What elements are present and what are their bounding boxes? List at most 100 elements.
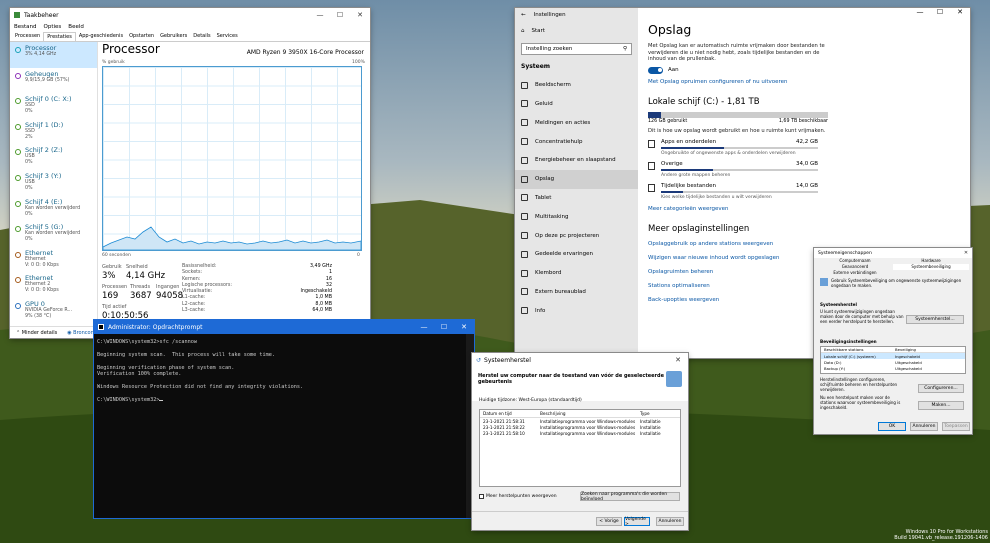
search-input[interactable]: Instelling zoeken ⚲ [521,42,632,55]
resource-processor[interactable]: Processor 3% 4,14 GHz [10,42,97,68]
nav-projecting[interactable]: Op deze pc projecteren [515,226,638,245]
uptime-label: Tijd actief [102,304,127,310]
nav-display[interactable]: Beeldscherm [515,76,638,95]
tab-app-history[interactable]: App-geschiedenis [76,32,126,41]
nav-label: Geluid [535,100,553,107]
table-row[interactable]: 23-1-2021 21:58:10 Installatieprogramma v… [480,430,680,436]
category-bar [661,147,818,149]
resource-disk0[interactable]: Schijf 0 (C: X:) SSD 0% [10,93,97,119]
maximize-button[interactable]: ☐ [930,8,950,16]
table-row[interactable]: Backup (Y:) Uitgeschakeld [821,365,965,371]
nav-remote[interactable]: Extern bureaublad [515,283,638,302]
nav-shared[interactable]: Gedeelde ervaringen [515,245,638,264]
apply-button[interactable]: Toepassen [942,422,970,431]
close-button[interactable]: ✕ [668,356,688,364]
tab-users[interactable]: Gebruikers [157,32,190,41]
more-points-checkbox[interactable]: Meer herstelpunten weergeven [479,494,557,499]
title-bar[interactable]: Systeemeigenschappen ✕ [814,248,972,258]
back-button[interactable]: < Vorige [596,517,622,526]
configure-button[interactable]: Configureren... [918,384,964,393]
nav-multitasking[interactable]: Multitasking [515,207,638,226]
nav-clipboard[interactable]: Klembord [515,264,638,283]
tab-startup[interactable]: Opstarten [126,32,157,41]
resource-usage: 0% [25,185,33,191]
nav-sound[interactable]: Geluid [515,95,638,114]
resource-disk5[interactable]: Schijf 5 (G:) Kan worden verwijderd 0% [10,221,97,247]
nav-about[interactable]: Info [515,301,638,320]
create-button[interactable]: Maken... [918,401,964,410]
next-button[interactable]: Volgende > [624,517,650,527]
category-other[interactable]: Overige 34,0 GB Andere grote mappen behere… [648,161,818,178]
nav-storage[interactable]: Opslag [515,169,638,189]
cell-description: Installatieprogramma voor Windows-module… [540,424,636,430]
tab-processes[interactable]: Processen [12,32,43,41]
table-row[interactable]: 23-1-2021 21:58:22 Installatieprogramma v… [480,424,680,430]
category-name: Overige [661,161,683,167]
title-bar[interactable]: Taakbeheer — ☐ ✕ [10,8,370,22]
close-button[interactable]: ✕ [950,8,970,16]
resource-disk2[interactable]: Schijf 2 (Z:) USB 0% [10,144,97,170]
minimize-button[interactable]: — [310,11,330,19]
tab-performance[interactable]: Prestaties [43,32,76,41]
remote-icon [521,288,528,296]
more-categories-link[interactable]: Meer categorieën weergeven [648,206,960,212]
cancel-button[interactable]: Annuleren [910,422,938,431]
handles-label: Ingangen [156,284,180,290]
info-icon [521,307,528,315]
col-date[interactable]: Datum en tijd [480,411,540,416]
menu-view[interactable]: Beeld [68,24,84,30]
cancel-button[interactable]: Annuleren [656,517,684,526]
resource-disk1[interactable]: Schijf 1 (D:) SSD 2% [10,119,97,145]
notification-icon [521,119,528,127]
nav-home[interactable]: ⌂ Start [515,22,638,41]
cell-drive: Lokale schijf (C:) (systeem) [824,353,876,359]
cpu-usage-graph [102,66,362,251]
title-bar[interactable]: ↺ Systeemherstel ✕ [472,353,688,367]
other-drives-link[interactable]: Opslaggebruik op andere stations weergev… [648,241,960,247]
category-temp[interactable]: Tijdelijke bestanden 14,0 GB Kies welke ti… [648,183,818,200]
col-type[interactable]: Type [640,411,680,416]
usage-label: Gebruik [102,264,122,270]
menu-options[interactable]: Opties [44,24,62,30]
table-row[interactable]: 23-1-2021 21:58:31 Installatieprogramma v… [480,418,680,424]
col-protection[interactable]: Beveiliging [895,347,916,352]
menu-file[interactable]: Bestand [14,24,37,30]
resource-ethernet1[interactable]: Ethernet Ethernet V: 0 O: 0 Kbps [10,247,97,273]
configure-link[interactable]: Met Opslag opruimen configureren of nu u… [648,79,960,85]
graph-icon [15,149,21,156]
close-button[interactable]: ✕ [960,250,972,256]
col-drives[interactable]: Beschikbare stations [821,347,895,352]
resource-disk4[interactable]: Schijf 4 (E:) Kan worden verwijderd 0% [10,196,97,222]
system-restore-button[interactable]: Systeemherstel... [906,315,964,324]
console-output[interactable]: C:\WINDOWS\system32>sfc /scannow Beginni… [94,334,474,403]
tab-remote[interactable]: Externe verbindingen [817,270,893,276]
title-bar[interactable]: Administrator: Opdrachtprompt — ☐ ✕ [94,320,474,334]
tab-details[interactable]: Details [190,32,213,41]
resource-ethernet2[interactable]: Ethernet Ethernet 2 V: 0 O: 0 Kbps [10,272,97,298]
fewer-details-link[interactable]: ⌃ Minder details [16,330,57,336]
nav-tablet[interactable]: Tablet [515,189,638,208]
maximize-button[interactable]: ☐ [434,323,454,331]
close-button[interactable]: ✕ [350,11,370,19]
system-restore-window: ↺ Systeemherstel ✕ Herstel uw computer n… [472,353,688,530]
nav-power[interactable]: Energiebeheer en slaapstand [515,151,638,170]
ok-button[interactable]: OK [878,422,906,431]
maximize-button[interactable]: ☐ [330,11,350,19]
tab-services[interactable]: Services [214,32,241,41]
resource-gpu[interactable]: GPU 0 NVIDIA GeForce R... 9% (38 °C) [10,298,97,324]
resource-disk3[interactable]: Schijf 3 (Y:) USB 0% [10,170,97,196]
resource-usage: V: 0 O: 0 Kbps [25,262,59,268]
back-arrow-icon[interactable]: ← [521,12,526,18]
nav-focus-assist[interactable]: Concentratiehulp [515,132,638,151]
taskmgr-icon [14,12,20,18]
close-button[interactable]: ✕ [454,323,474,331]
nav-notifications[interactable]: Meldingen en acties [515,113,638,132]
scan-programs-button[interactable]: Zoeken naar programma's die worden beïnv… [580,492,680,502]
minimize-button[interactable]: — [414,323,434,331]
resource-memory[interactable]: Geheugen 9,9/15,9 GB (57%) [10,68,97,94]
category-apps[interactable]: Apps en onderdelen 42,2 GB Ongebruikte of … [648,139,818,156]
storage-sense-toggle[interactable] [648,66,663,74]
minimize-button[interactable]: — [910,8,930,16]
tab-system-protection[interactable]: Systeembeveiliging [893,264,969,270]
col-description[interactable]: Beschrijving [540,411,640,416]
